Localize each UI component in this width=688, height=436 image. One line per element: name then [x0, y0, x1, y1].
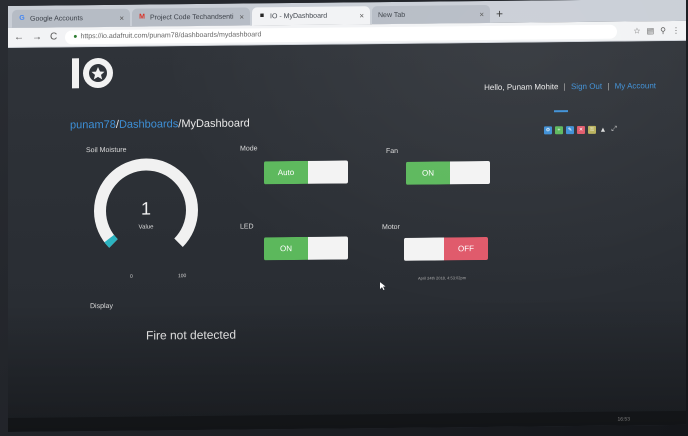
browser-tab-gmail[interactable]: M Project Code Techandsenti - pc × [132, 7, 250, 27]
search-icon[interactable]: ⚲ [660, 26, 666, 35]
browser-tab-new-tab[interactable]: New Tab × [372, 4, 490, 25]
tab-label: Google Accounts [30, 14, 83, 23]
settings-icon[interactable]: ⚙ [544, 126, 552, 135]
close-icon[interactable]: × [119, 13, 124, 22]
user-greeting: Hello, Punam Mohite | Sign Out | My Acco… [484, 81, 656, 92]
led-title: LED [240, 223, 254, 231]
soil-moisture-gauge: 1 Value [90, 154, 202, 267]
display-text: Fire not detected [146, 327, 237, 343]
toggle-knob [404, 237, 444, 261]
breadcrumb-user[interactable]: punam78 [70, 119, 116, 131]
add-block-icon[interactable]: + [555, 126, 563, 135]
gauge-max: 100 [178, 273, 187, 280]
screen: G Google Accounts × M Project Code Techa… [8, 0, 686, 432]
breadcrumb-current: MyDashboard [181, 117, 250, 131]
tab-label: New Tab [378, 11, 406, 19]
lock-icon[interactable]: ▲ [599, 126, 607, 133]
delete-icon[interactable]: ✕ [577, 125, 585, 135]
new-tab-button[interactable]: + [496, 5, 503, 23]
fan-toggle-on: ON [406, 161, 450, 185]
mouse-cursor-icon [380, 282, 386, 291]
google-icon: G [19, 14, 25, 22]
separator: | [607, 81, 610, 91]
monitor-frame: G Google Accounts × M Project Code Techa… [0, 0, 688, 436]
mode-toggle-on: Auto [264, 160, 308, 185]
motor-toggle-off: OFF [444, 236, 488, 261]
lock-icon: ● [73, 32, 78, 40]
clock: 16:53 [617, 416, 630, 423]
toggle-knob [450, 160, 490, 185]
dashboard-app: Hello, Punam Mohite | Sign Out | My Acco… [8, 40, 686, 432]
url-input[interactable]: ● https://io.adafruit.com/punam78/dashboa… [65, 24, 618, 44]
forward-icon[interactable]: → [32, 32, 42, 43]
gmail-icon: M [139, 13, 145, 21]
close-icon[interactable]: × [239, 12, 244, 21]
browser-tab-io-dashboard[interactable]: ■ IO - MyDashboard × [252, 6, 370, 26]
mode-toggle[interactable]: Auto [264, 160, 348, 185]
key-icon[interactable]: ⚿ [588, 125, 596, 134]
gauge-value: 1 [140, 198, 151, 219]
star-icon[interactable]: ☆ [633, 26, 640, 35]
back-icon[interactable]: ← [14, 32, 24, 43]
close-icon[interactable]: × [479, 10, 484, 19]
motor-toggle[interactable]: OFF [404, 236, 488, 261]
gauge-min: 0 [130, 273, 133, 280]
gauge-fill [104, 234, 118, 248]
motor-title: Motor [382, 223, 400, 232]
edit-icon[interactable]: ✎ [566, 126, 574, 135]
gauge-label: Value [138, 224, 154, 231]
separator: | [563, 82, 566, 92]
display-title: Display [90, 302, 113, 311]
close-icon[interactable]: × [359, 11, 364, 20]
menu-icon[interactable]: ⋮ [672, 26, 680, 35]
my-account-link[interactable]: My Account [615, 81, 656, 90]
fullscreen-icon[interactable]: ⤢ [610, 126, 618, 134]
browser-tab-google-accounts[interactable]: G Google Accounts × [12, 8, 130, 28]
breadcrumb-dashboards[interactable]: Dashboards [119, 118, 178, 131]
toggle-knob [308, 160, 348, 184]
greeting-text: Hello, Punam Mohite [484, 82, 559, 93]
breadcrumb: punam78/Dashboards/MyDashboard [70, 117, 250, 131]
led-toggle[interactable]: ON [264, 236, 348, 261]
dashboard-toolbar: ⚙ + ✎ ✕ ⚿ ▲ ⤢ [544, 126, 618, 135]
motor-timestamp: April 24th 2018, 4:53:02pm [418, 275, 467, 281]
adafruit-io-icon: ■ [259, 12, 265, 20]
extension-icon[interactable]: ▤ [647, 26, 655, 35]
tab-label: IO - MyDashboard [270, 12, 328, 20]
sign-out-link[interactable]: Sign Out [571, 82, 602, 91]
fan-toggle[interactable]: ON [406, 160, 490, 185]
toggle-knob [308, 236, 348, 260]
adafruit-io-logo[interactable] [68, 55, 118, 92]
reload-icon[interactable]: C [50, 31, 57, 42]
url-text: https://io.adafruit.com/punam78/dashboar… [80, 30, 262, 40]
led-toggle-on: ON [264, 236, 308, 261]
mode-title: Mode [240, 145, 258, 153]
fan-title: Fan [386, 147, 399, 156]
tab-label: Project Code Techandsenti - pc [150, 13, 235, 22]
toolbar-indicator [554, 110, 568, 113]
soil-moisture-title: Soil Moisture [86, 146, 127, 155]
